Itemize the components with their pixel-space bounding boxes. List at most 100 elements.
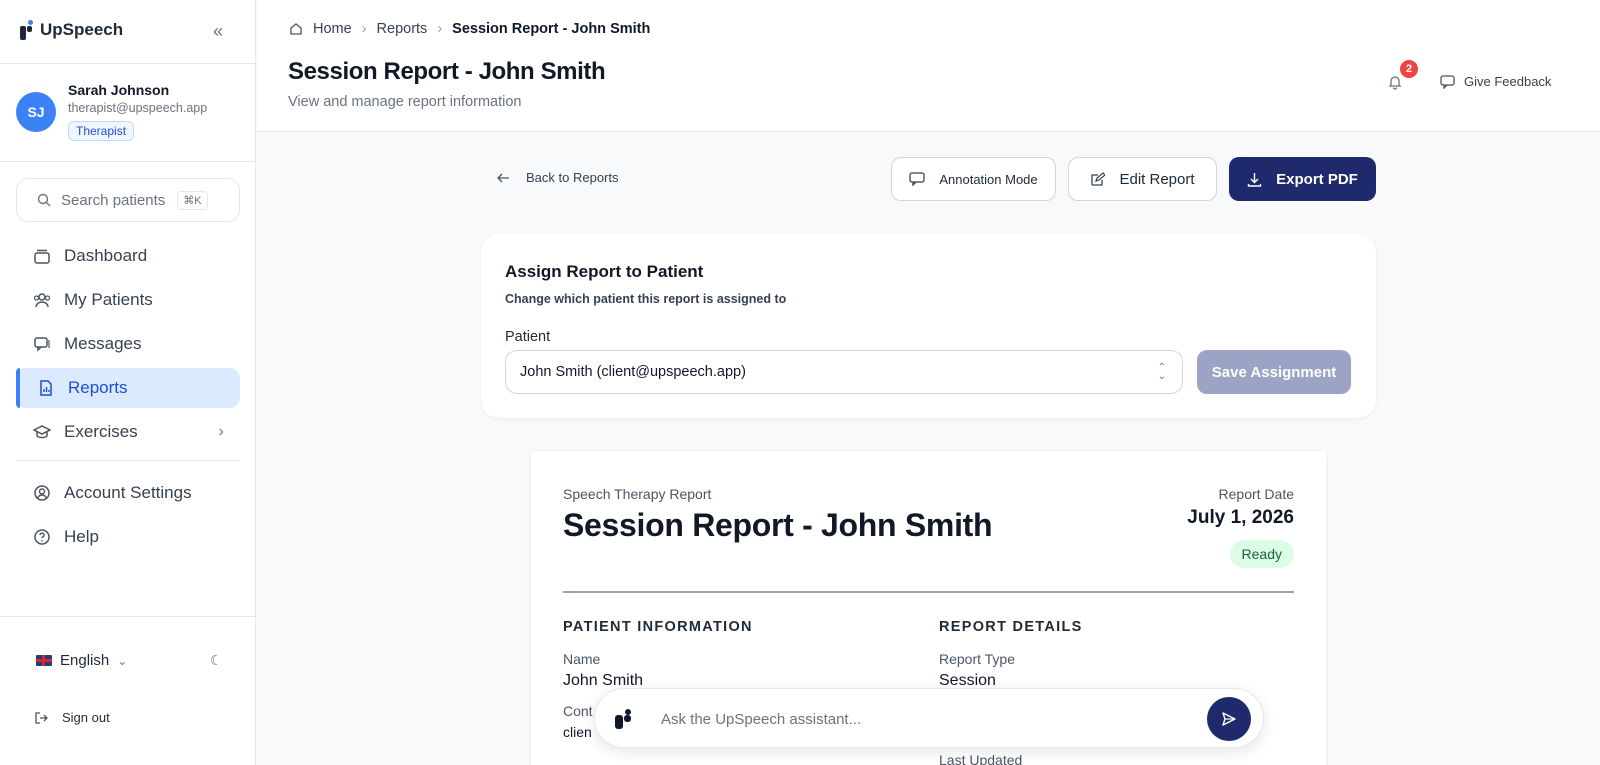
language-selector[interactable]: English ⌄ [36,652,127,669]
graduation-cap-icon [32,422,52,442]
nav-label: Help [64,527,99,546]
report-date: July 1, 2026 [1187,507,1294,528]
user-circle-icon [32,483,52,503]
user-profile: SJ Sarah Johnson therapist@upspeech.app … [16,82,207,141]
nav-item-help[interactable]: Help [16,517,240,557]
nav-label: My Patients [64,290,153,309]
patient-select[interactable]: John Smith (client@upspeech.app) ⌃ ⌄ [505,350,1183,394]
assign-report-card: Assign Report to Patient Change which pa… [481,234,1376,418]
chevron-right-icon: › [437,21,443,37]
patient-info-heading: PATIENT INFORMATION [563,619,753,635]
assign-subtitle: Change which patient this report is assi… [505,292,787,306]
breadcrumb: Home › Reports › Session Report - John S… [289,21,650,37]
role-badge: Therapist [68,121,135,141]
back-label: Back to Reports [526,170,619,185]
annotation-mode-button[interactable]: Annotation Mode [891,157,1056,201]
edit-report-button[interactable]: Edit Report [1068,157,1217,201]
upspeech-logo-icon [615,709,633,729]
contact-label: Cont [563,703,593,719]
comment-icon [909,172,925,186]
save-assignment-button[interactable]: Save Assignment [1197,350,1351,394]
divider [0,63,256,64]
upspeech-logo-icon [20,20,34,40]
last-updated-label: Last Updated [939,752,1023,765]
send-icon [1222,712,1236,726]
nav-label: Messages [64,334,142,353]
brand[interactable]: UpSpeech [20,20,123,40]
search-box[interactable]: Search patients ⌘K [16,178,240,222]
nav-label: Account Settings [64,483,192,502]
collapse-sidebar-icon[interactable]: « [208,22,228,42]
nav-item-account-settings[interactable]: Account Settings [16,473,240,513]
status-badge: Ready [1229,540,1294,568]
help-circle-icon [32,527,52,547]
language-label: English [60,652,110,669]
send-button[interactable] [1207,697,1251,741]
user-email: therapist@upspeech.app [68,101,208,115]
nav-label: Exercises [64,422,138,441]
nav-item-messages[interactable]: Messages [16,324,240,364]
report-details-heading: REPORT DETAILS [939,619,1083,635]
page-title: Session Report - John Smith [288,58,606,85]
chevron-right-icon: › [361,21,367,37]
export-pdf-button[interactable]: Export PDF [1229,157,1376,201]
sign-out-icon [35,711,48,724]
nav-label: Reports [68,378,128,397]
user-name: Sarah Johnson [68,82,170,98]
breadcrumb-current: Session Report - John Smith [452,21,651,37]
nav-label: Dashboard [64,246,148,265]
patient-label: Patient [505,329,551,345]
nav-item-exercises[interactable]: Exercises › [16,412,240,452]
report-kicker: Speech Therapy Report [563,486,712,502]
search-shortcut: ⌘K [177,190,208,210]
assistant-bar [594,688,1264,748]
page-subtitle: View and manage report information [288,94,522,110]
sidebar: UpSpeech « SJ Sarah Johnson therapist@up… [0,0,256,765]
file-chart-icon [36,378,56,398]
chevron-up-down-icon: ⌃ ⌄ [1157,362,1166,382]
give-feedback-label: Give Feedback [1464,74,1552,89]
nav-item-dashboard[interactable]: Dashboard [16,236,240,276]
brand-name: UpSpeech [40,20,124,39]
patient-select-value: John Smith (client@upspeech.app) [520,364,746,380]
sign-out-button[interactable]: Sign out [34,710,110,725]
moon-icon[interactable]: ☾ [210,652,223,669]
report-divider [563,591,1294,593]
assistant-input[interactable] [661,706,1181,732]
chat-icon [32,334,52,354]
notification-badge: 2 [1400,60,1418,78]
users-icon [32,290,52,310]
annotation-mode-label: Annotation Mode [939,171,1038,187]
download-icon [1247,172,1262,187]
divider [0,616,256,617]
report-date-label: Report Date [1218,486,1294,502]
breadcrumb-home[interactable]: Home [313,21,352,37]
edit-report-label: Edit Report [1119,170,1195,188]
edit-icon [1091,171,1106,186]
breadcrumb-reports[interactable]: Reports [377,21,428,37]
back-to-reports-link[interactable]: Back to Reports [496,170,619,185]
search-icon [37,193,51,207]
nav-item-reports[interactable]: Reports [16,368,240,408]
layers-icon [32,246,52,266]
chevron-right-icon: › [218,423,224,440]
report-title: Session Report - John Smith [563,507,993,543]
home-icon [290,23,302,35]
avatar: SJ [16,92,56,132]
give-feedback-button[interactable]: Give Feedback [1440,74,1551,89]
arrow-left-icon [497,173,509,182]
chevron-down-icon: ⌄ [117,653,128,668]
chat-icon [1440,75,1455,89]
divider [0,161,256,162]
nav-item-my-patients[interactable]: My Patients [16,280,240,320]
assign-title: Assign Report to Patient [505,262,704,281]
nav-divider [16,460,240,461]
report-type-label: Report Type [939,651,1016,667]
page-header: Home › Reports › Session Report - John S… [257,0,1600,132]
export-pdf-label: Export PDF [1276,170,1358,188]
main-nav: Dashboard My Patients Messages Reports E… [16,236,240,561]
uk-flag-icon [36,655,52,666]
search-input[interactable]: Search patients [61,192,165,209]
name-label: Name [563,651,601,667]
contact-value: clien [563,724,592,740]
